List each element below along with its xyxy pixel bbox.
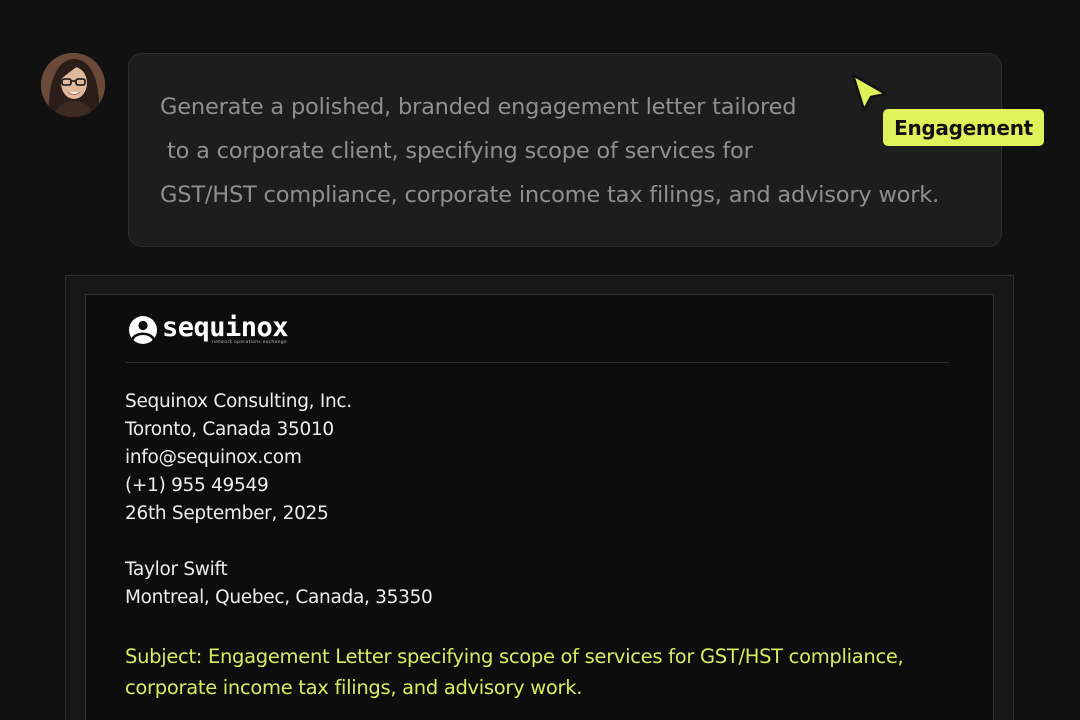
- sender-city: Toronto, Canada 35010: [125, 419, 334, 440]
- logo-tagline: network operations exchange: [212, 340, 288, 345]
- recipient-name: Taylor Swift: [125, 559, 228, 580]
- sequinox-logo: sequinox network operations exchange: [128, 312, 289, 349]
- prompt-text-line-3: GST/HST compliance, corporate income tax…: [160, 182, 940, 208]
- prompt-text-line-2: to a corporate client, specifying scope …: [160, 138, 753, 164]
- subject-line-2: corporate income tax filings, and adviso…: [125, 676, 583, 699]
- sender-email: info@sequinox.com: [125, 447, 302, 468]
- chat-stage: Generate a polished, branded engagement …: [0, 0, 1080, 720]
- recipient-address: Montreal, Quebec, Canada, 35350: [125, 587, 433, 608]
- letterhead-divider: [126, 362, 949, 363]
- sequinox-logo-icon: [129, 316, 157, 344]
- user-avatar: [41, 53, 105, 117]
- logo-wordmark: sequinox: [162, 312, 289, 343]
- prompt-text-line-1: Generate a polished, branded engagement …: [160, 94, 797, 120]
- letter-date: 26th September, 2025: [125, 503, 329, 524]
- avatar-portrait-icon: [41, 53, 105, 117]
- sender-company: Sequinox Consulting, Inc.: [125, 391, 352, 412]
- subject-line-1: Subject: Engagement Letter specifying sc…: [125, 645, 904, 668]
- sender-phone: (+1) 955 49549: [125, 475, 269, 496]
- engagement-cursor-tag: Engagement: [883, 109, 1044, 146]
